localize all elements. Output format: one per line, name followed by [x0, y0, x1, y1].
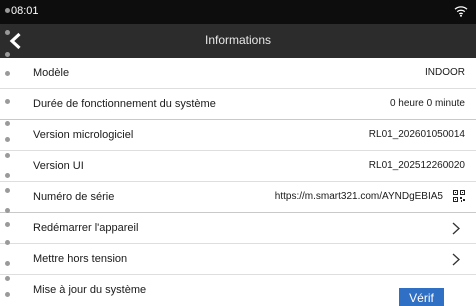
status-bar: 08:01 — [0, 0, 476, 24]
row-label: Redémarrer l'appareil — [33, 222, 139, 234]
header-bar: Informations — [0, 24, 476, 58]
row-label: Version UI — [33, 160, 84, 172]
chevron-right-icon — [452, 222, 460, 235]
page-title: Informations — [204, 33, 272, 47]
row-label: Mise à jour du système — [33, 284, 147, 296]
row-ui-version: Version UI RL01_202512260020 — [0, 151, 476, 182]
qr-code-icon[interactable] — [453, 190, 465, 202]
row-model: Modèle INDOOR — [0, 58, 476, 89]
verify-update-button[interactable]: Vérif — [399, 288, 444, 306]
wifi-icon — [454, 6, 468, 17]
row-label: Version micrologiciel — [33, 129, 134, 141]
row-restart-device[interactable]: Redémarrer l'appareil — [0, 213, 476, 244]
row-value: RL01_202601050014 — [368, 129, 465, 140]
row-value: INDOOR — [425, 67, 465, 78]
row-value: RL01_202512260020 — [368, 160, 465, 171]
row-uptime: Durée de fonctionnement du système 0 heu… — [0, 89, 476, 120]
chevron-right-icon — [452, 253, 460, 266]
row-label: Numéro de série — [33, 191, 115, 203]
info-list: Modèle INDOOR Durée de fonctionnement du… — [0, 58, 476, 306]
row-system-update: Mise à jour du système Vérif — [0, 275, 476, 306]
row-label: Mettre hors tension — [33, 253, 128, 265]
row-value: https://m.smart321.com/AYNDgEBIA5 — [274, 191, 443, 202]
row-serial-number: Numéro de série https://m.smart321.com/A… — [0, 182, 476, 213]
row-label: Durée de fonctionnement du système — [33, 98, 216, 110]
status-time: 08:01 — [11, 5, 39, 17]
row-label: Modèle — [33, 67, 70, 79]
row-power-off[interactable]: Mettre hors tension — [0, 244, 476, 275]
row-firmware-version: Version micrologiciel RL01_202601050014 — [0, 120, 476, 151]
row-value: 0 heure 0 minute — [389, 98, 465, 109]
page-binder-dots — [5, 0, 11, 306]
